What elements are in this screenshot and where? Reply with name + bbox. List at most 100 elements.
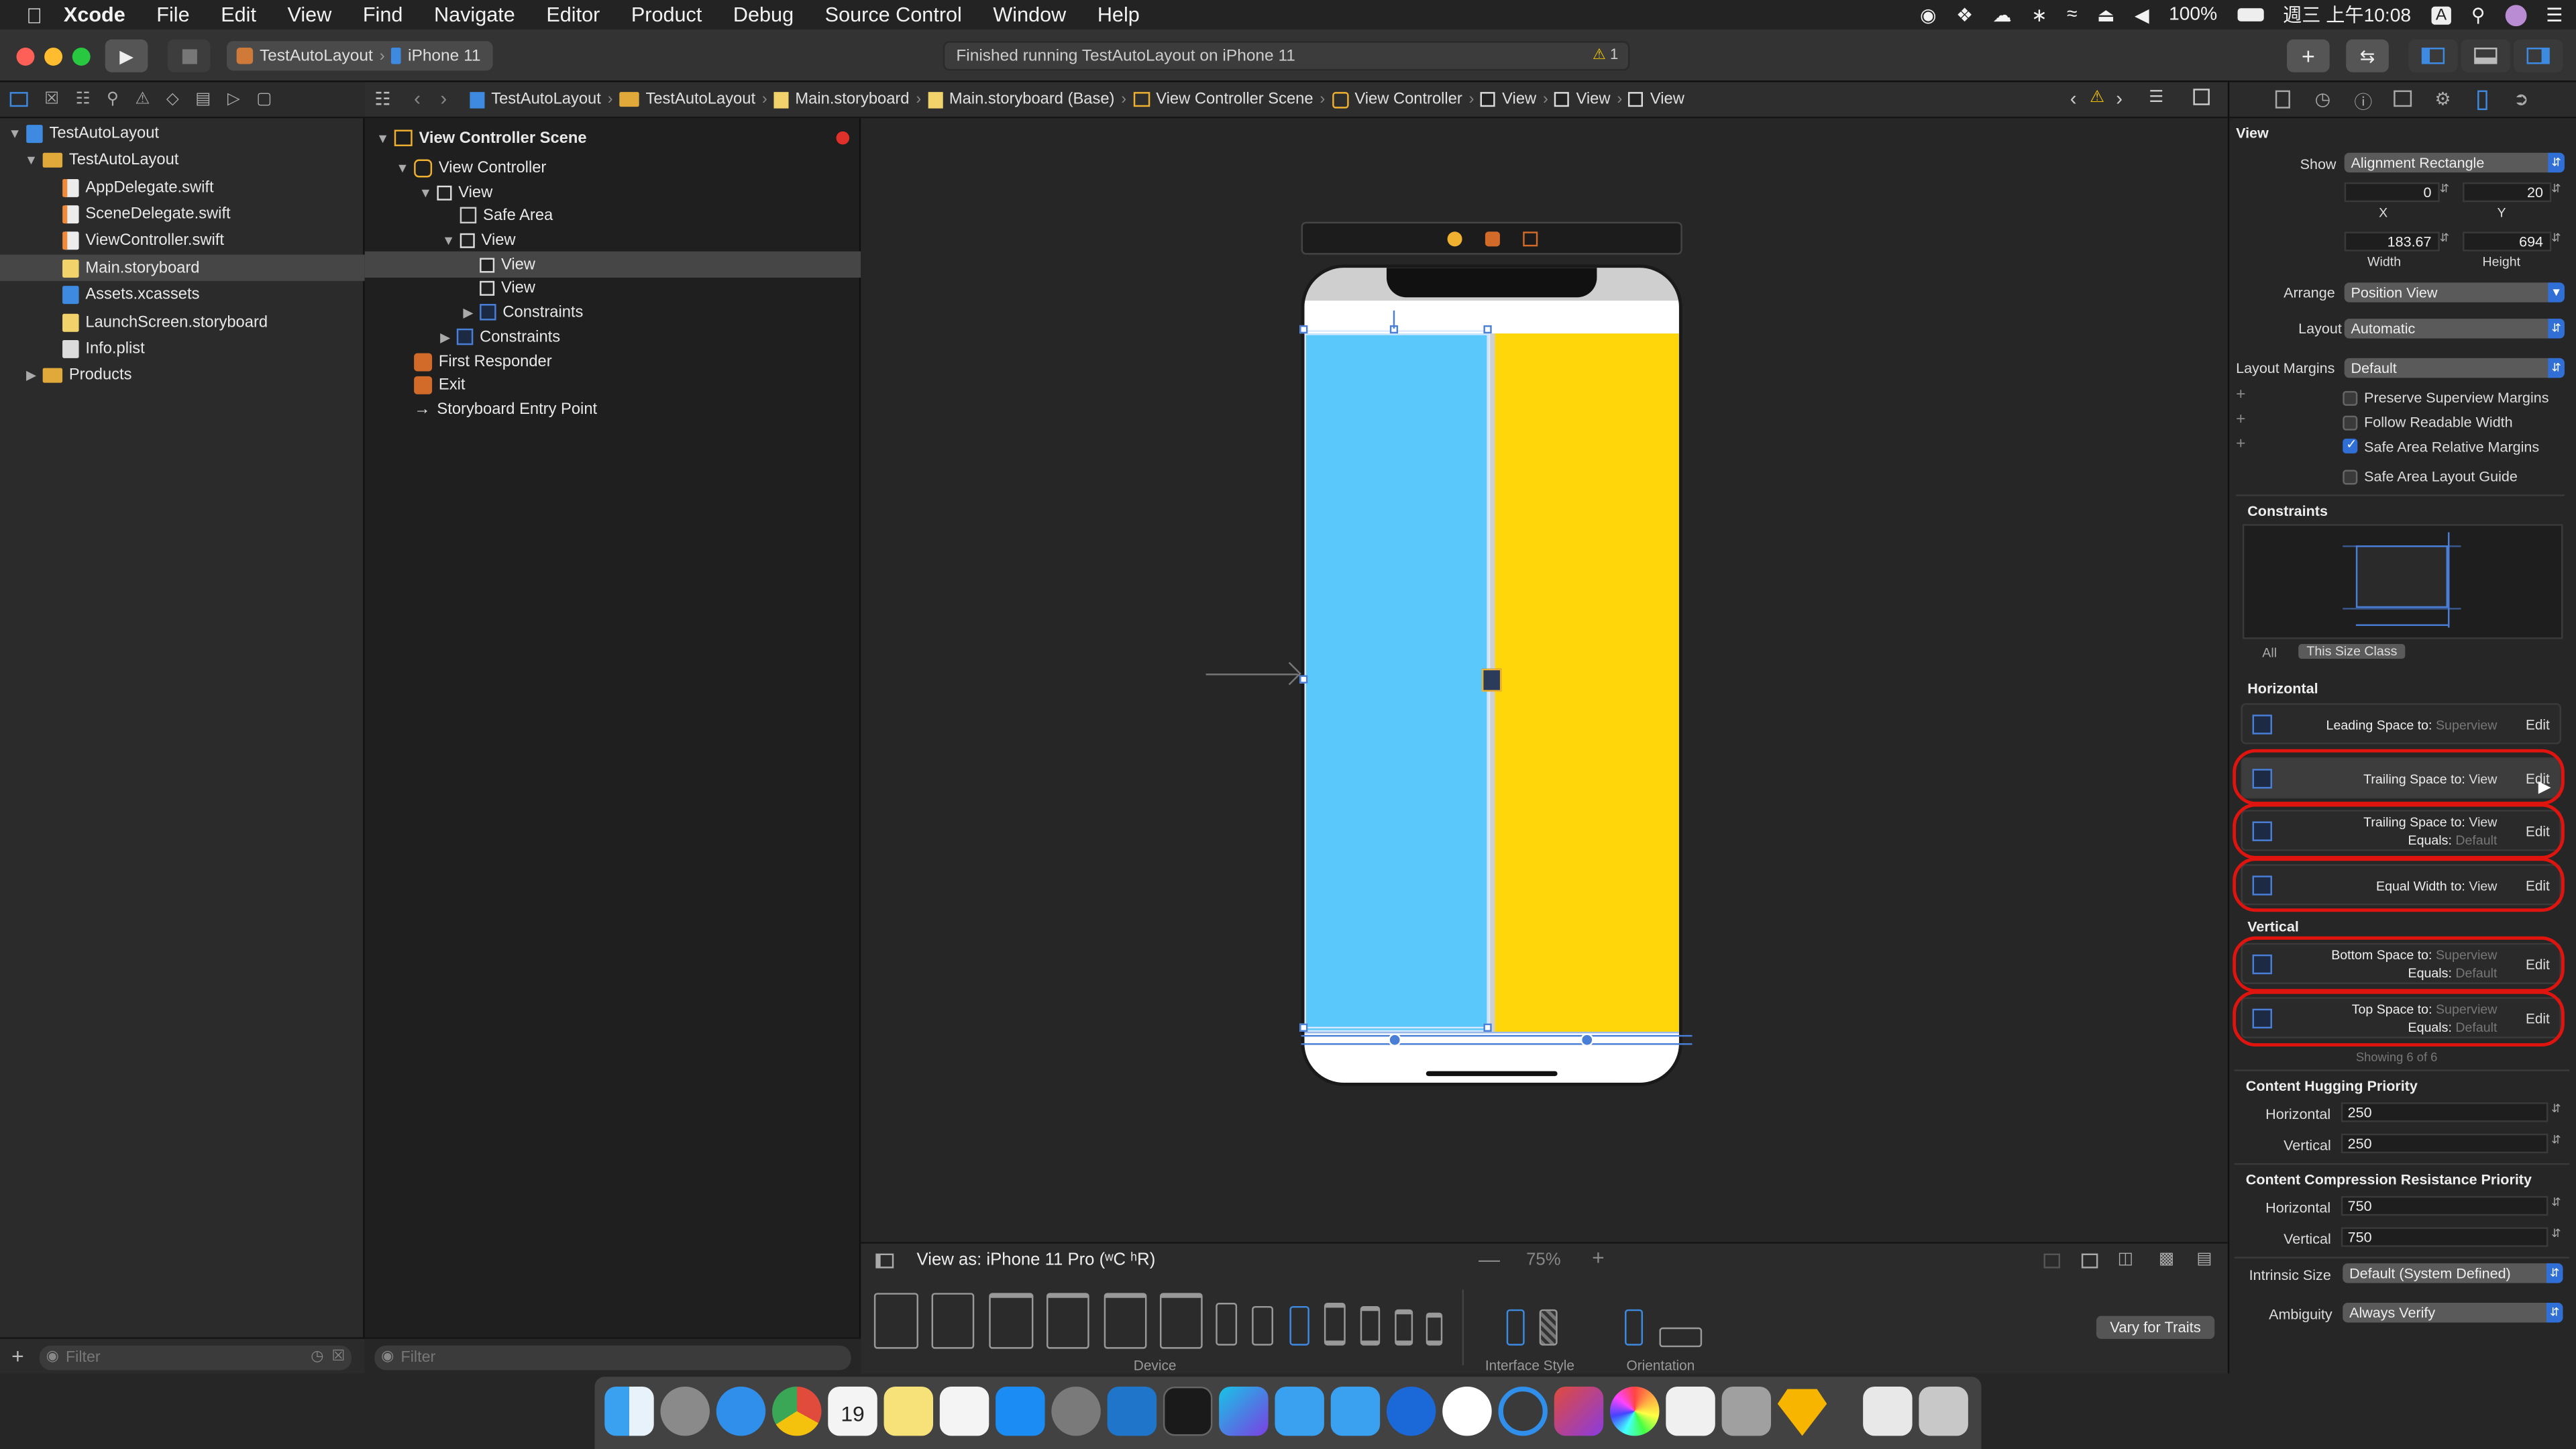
slack-icon[interactable] (1442, 1386, 1492, 1436)
menu-product[interactable]: Product (631, 3, 702, 26)
forward-button[interactable]: › (440, 87, 447, 110)
align-icon[interactable]: ◫ (2118, 1250, 2133, 1269)
constraint-leading-space[interactable]: Leading Space to: Superview Edit (2241, 703, 2561, 745)
related-items-icon[interactable]: ☷ (374, 89, 390, 110)
device-ipad[interactable] (1046, 1293, 1089, 1349)
file-inspector-icon[interactable] (2275, 90, 2290, 109)
stepper-icon[interactable]: ⇵ (2551, 1227, 2561, 1240)
breadcrumb-item[interactable]: View (1576, 91, 1611, 109)
wifi-icon[interactable]: ≈ (2067, 5, 2077, 24)
hugging-vertical-field[interactable]: 250 (2341, 1133, 2548, 1154)
chrome-icon[interactable] (772, 1386, 822, 1436)
webstorm-icon[interactable] (1219, 1386, 1269, 1436)
edit-button[interactable]: Edit (2526, 716, 2550, 733)
app-store-icon[interactable] (996, 1386, 1045, 1436)
nav-item-appdelegate[interactable]: AppDelegate.swift (0, 174, 365, 201)
nav-item-launchscreen[interactable]: LaunchScreen.storyboard (0, 309, 365, 335)
disclosure-down-icon[interactable]: ▼ (417, 185, 433, 200)
compression-horizontal-field[interactable]: 750 (2341, 1195, 2548, 1216)
cloud-icon[interactable]: ☁ (1993, 3, 2012, 26)
simulator-icon[interactable] (1863, 1386, 1913, 1436)
textedit-icon[interactable] (1666, 1386, 1715, 1436)
add-file-button[interactable]: + (11, 1344, 24, 1368)
interface-style-light[interactable] (1506, 1309, 1525, 1346)
final-cut-icon[interactable] (1554, 1386, 1604, 1436)
breadcrumb-item[interactable]: View (1650, 91, 1684, 109)
device-iphone-8-plus[interactable] (1324, 1303, 1346, 1346)
orientation-landscape[interactable] (1659, 1327, 1703, 1348)
xcode-icon[interactable] (1275, 1386, 1324, 1436)
outline-scene[interactable]: ▼ View Controller Scene (365, 125, 861, 151)
show-popup[interactable]: Alignment Rectangle ⇵ (2344, 152, 2565, 173)
back-button[interactable]: ‹ (414, 87, 421, 110)
preserve-margins-checkbox[interactable] (2343, 390, 2358, 406)
sourcetree-alt-icon[interactable] (1498, 1386, 1548, 1436)
safari-icon[interactable] (716, 1386, 766, 1436)
device-iphone-8[interactable] (1360, 1305, 1381, 1346)
equal-width-badge[interactable] (1481, 668, 1502, 692)
nav-item-assets[interactable]: Assets.xcassets (0, 281, 365, 307)
outline-outer-constraints[interactable]: ▶ Constraints (365, 323, 861, 350)
clock[interactable]: 週三 上午10:08 (2283, 1, 2411, 28)
add-variation-button[interactable]: + (2236, 411, 2245, 429)
y-stepper[interactable]: ⇵ (2551, 182, 2561, 195)
bottom-constraint-lines[interactable] (1301, 1034, 1693, 1045)
finder-icon[interactable] (604, 1386, 654, 1436)
sourcetree-icon[interactable] (1386, 1386, 1436, 1436)
eject-icon[interactable]: ⏏ (2097, 3, 2115, 26)
connections-inspector-icon[interactable]: ➲ (2514, 89, 2529, 110)
embed-in-icon[interactable] (2081, 1253, 2098, 1269)
code-review-button[interactable]: ⇆ (2346, 39, 2389, 72)
menu-source-control[interactable]: Source Control (825, 3, 962, 26)
menu-edit[interactable]: Edit (221, 3, 256, 26)
device-iphone-11-pro-max[interactable] (1216, 1303, 1238, 1346)
reminders-icon[interactable] (939, 1386, 989, 1436)
menu-help[interactable]: Help (1097, 3, 1140, 26)
outline-container-view[interactable]: ▼ View (365, 227, 861, 253)
previous-issue-button[interactable]: ‹ (2070, 87, 2077, 110)
symbol-icon[interactable]: ☷ (76, 91, 91, 109)
battery-status[interactable]: 100% (2169, 5, 2217, 24)
safe-area-margins-checkbox[interactable]: ✓ (2343, 437, 2358, 453)
resolve-issues-icon[interactable]: ▤ (2196, 1250, 2212, 1269)
stop-button[interactable] (167, 39, 211, 72)
disclosure-down-icon[interactable]: ▼ (23, 152, 39, 167)
identity-inspector-icon[interactable] (2394, 90, 2412, 107)
add-editor-icon[interactable] (2193, 89, 2210, 105)
find-icon[interactable]: ⚲ (107, 91, 119, 109)
menu-find[interactable]: Find (363, 3, 403, 26)
editor-options-icon[interactable]: ☰ (2149, 89, 2163, 107)
outline-right-view[interactable]: View (365, 274, 861, 301)
device-iphone-11[interactable] (1252, 1305, 1273, 1346)
menu-view[interactable]: View (287, 3, 331, 26)
width-field[interactable]: 183.67 (2344, 231, 2440, 252)
toggle-inspector-button[interactable] (2513, 39, 2563, 72)
toggle-navigator-button[interactable] (2408, 39, 2458, 72)
constraint-anchor[interactable] (1388, 1033, 1401, 1047)
system-preferences-icon[interactable] (1051, 1386, 1101, 1436)
compression-vertical-field[interactable]: 750 (2341, 1227, 2548, 1247)
zoom-level[interactable]: 75% (1526, 1250, 1560, 1270)
breakpoint-icon[interactable]: ▷ (227, 91, 240, 109)
menu-file[interactable]: File (156, 3, 189, 26)
breadcrumb-item[interactable]: Main.storyboard (Base) (949, 91, 1115, 109)
color-icon[interactable] (1610, 1386, 1660, 1436)
outline-filter-input[interactable]: ◉ Filter (374, 1345, 851, 1371)
scm-filter-icon[interactable]: ☒ (332, 1347, 345, 1365)
disclosure-down-icon[interactable]: ▼ (374, 131, 390, 146)
warning-icon[interactable]: ⚠ (2090, 89, 2104, 107)
issue-icon[interactable]: ⚠ (135, 91, 150, 109)
vscode-icon[interactable] (1107, 1386, 1157, 1436)
archive-icon[interactable] (1721, 1386, 1772, 1436)
notes-icon[interactable] (883, 1386, 934, 1436)
height-stepper[interactable]: ⇵ (2551, 231, 2561, 245)
layout-margins-popup[interactable]: Default ⇵ (2344, 358, 2565, 378)
close-window-button[interactable] (16, 48, 35, 66)
breadcrumb-item[interactable]: Main.storyboard (795, 91, 909, 109)
outline-safe-area[interactable]: Safe Area (365, 202, 861, 228)
ambiguity-popup[interactable]: Always Verify ⇵ (2343, 1303, 2563, 1323)
add-variation-button[interactable]: + (2236, 435, 2245, 453)
input-method[interactable]: A (2430, 5, 2452, 24)
stepper-icon[interactable]: ⇵ (2551, 1134, 2561, 1146)
segment-this-size-class[interactable]: This Size Class (2298, 644, 2406, 659)
